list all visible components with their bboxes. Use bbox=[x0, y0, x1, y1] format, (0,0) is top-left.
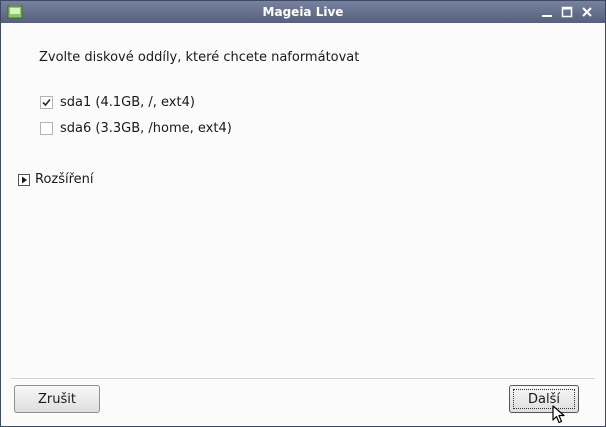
title-bar[interactable]: Mageia Live bbox=[1, 1, 605, 23]
triangle-right-icon bbox=[18, 173, 30, 186]
partition-label: sda6 (3.3GB, /home, ext4) bbox=[60, 120, 232, 136]
installer-window: Mageia Live Zvolte diskové oddíly, které… bbox=[0, 0, 606, 427]
checkbox-checked[interactable] bbox=[40, 95, 53, 109]
checkbox-unchecked[interactable] bbox=[40, 121, 53, 135]
advanced-label: Rozšíření bbox=[35, 172, 94, 187]
next-button[interactable]: Další bbox=[509, 385, 579, 413]
checkmark-icon bbox=[42, 98, 51, 106]
prompt-text: Zvolte diskové oddíly, které chcete nafo… bbox=[39, 50, 360, 65]
mouse-pointer-icon bbox=[552, 405, 565, 424]
advanced-expander[interactable]: Rozšíření bbox=[18, 172, 94, 187]
partition-label: sda1 (4.1GB, /, ext4) bbox=[60, 94, 195, 110]
minimize-icon[interactable] bbox=[540, 5, 554, 19]
partition-option-sda6[interactable]: sda6 (3.3GB, /home, ext4) bbox=[40, 120, 232, 136]
window-title: Mageia Live bbox=[262, 5, 344, 19]
dialog-content: Zvolte diskové oddíly, které chcete nafo… bbox=[1, 23, 605, 426]
maximize-icon[interactable] bbox=[560, 5, 574, 19]
cancel-button[interactable]: Zrušit bbox=[14, 385, 100, 413]
close-icon[interactable] bbox=[580, 5, 594, 19]
partition-option-sda1[interactable]: sda1 (4.1GB, /, ext4) bbox=[40, 94, 195, 110]
footer-separator bbox=[11, 378, 595, 380]
